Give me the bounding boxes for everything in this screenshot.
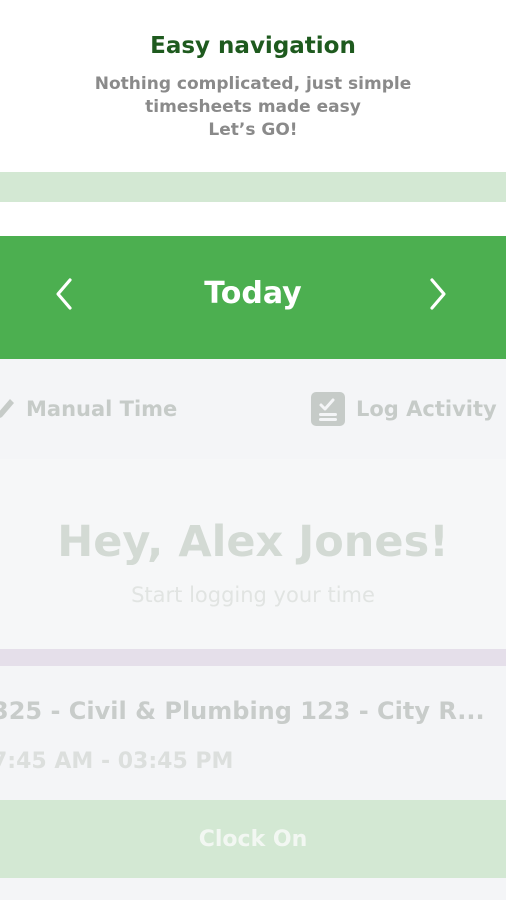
promo-header: Easy navigation Nothing complicated, jus…	[0, 0, 506, 172]
pencil-icon	[0, 399, 14, 418]
promo-title: Easy navigation	[150, 33, 356, 59]
next-day-button[interactable]	[423, 274, 453, 314]
job-time-range: 7:45 AM - 03:45 PM	[0, 749, 234, 774]
greeting-title: Hey, Alex Jones!	[57, 517, 449, 567]
bottom-area	[0, 878, 506, 900]
manual-time-button[interactable]: Manual Time	[0, 389, 177, 429]
clock-on-button[interactable]: Clock On	[0, 800, 506, 878]
job-card[interactable]: 325 - Civil & Plumbing 123 - City R... 7…	[0, 666, 506, 800]
top-strip	[0, 172, 506, 202]
job-title: 325 - Civil & Plumbing 123 - City R...	[0, 697, 485, 725]
manual-time-label: Manual Time	[26, 397, 178, 421]
greeting-panel: Hey, Alex Jones! Start logging your time	[0, 459, 506, 649]
promo-subtitle-line: Let’s GO!	[208, 120, 298, 140]
promo-subtitle: Nothing complicated, just simple timeshe…	[0, 73, 506, 142]
log-activity-label: Log Activity	[356, 397, 497, 421]
log-activity-button[interactable]: Log Activity	[310, 389, 497, 429]
chevron-right-icon	[430, 278, 446, 310]
actions-row: Manual Time Log Activity	[0, 359, 506, 459]
spacer	[0, 202, 506, 236]
greeting-subtitle: Start logging your time	[131, 583, 375, 607]
promo-subtitle-line: timesheets made easy	[145, 97, 361, 117]
section-divider	[0, 649, 506, 666]
promo-subtitle-line: Nothing complicated, just simple	[94, 74, 412, 94]
checklist-icon	[311, 392, 345, 426]
clock-on-label: Clock On	[198, 826, 308, 852]
